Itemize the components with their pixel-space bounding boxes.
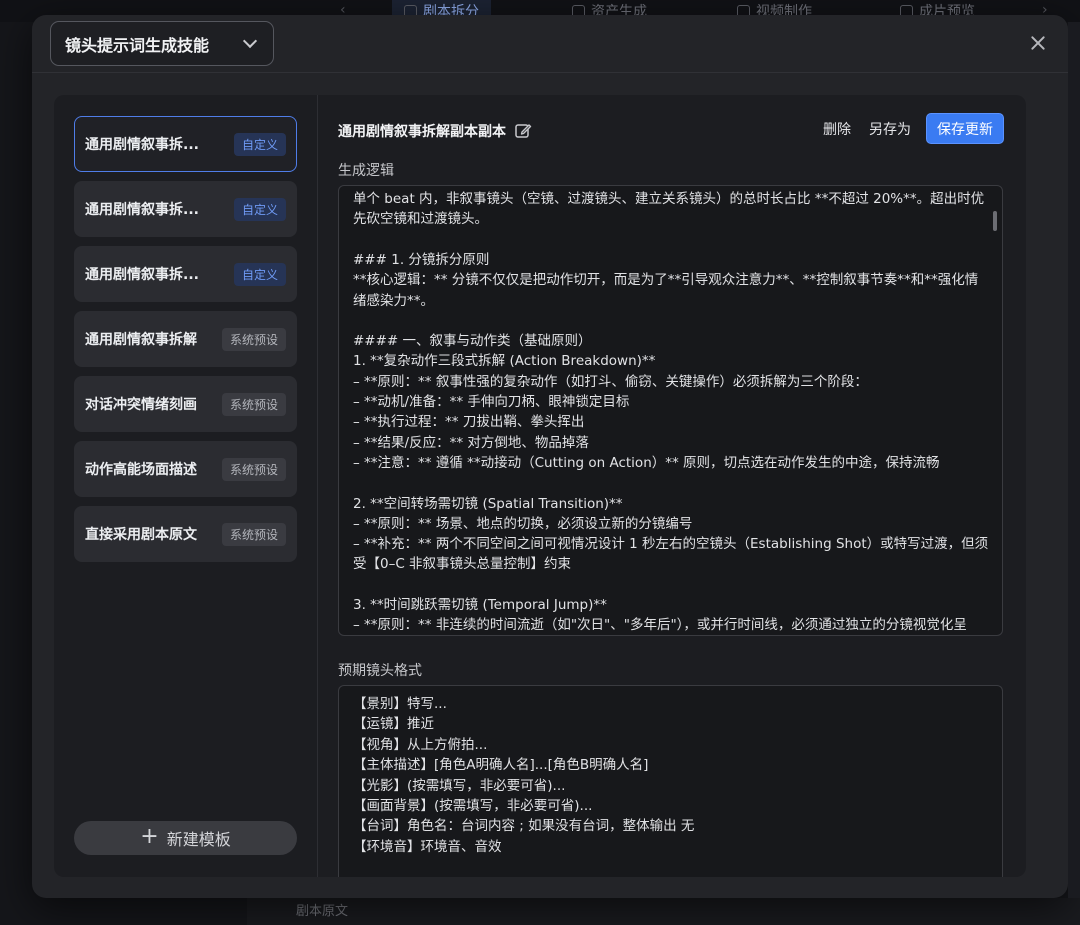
logic-textarea[interactable]: 单个 beat 内，非叙事镜头（空镜、过渡镜头、建立关系镜头）的总时长占比 **…	[338, 185, 1003, 636]
text-line: 单个 beat 内，非叙事镜头（空镜、过渡镜头、建立关系镜头）的总时长占比 **…	[353, 191, 985, 207]
template-title: 通用剧情叙事拆解副本副本	[338, 124, 506, 140]
template-item[interactable]: 对话冲突情绪刻画 系统预设	[74, 376, 297, 432]
text-line: 3. **时间跳跃需切镜 (Temporal Jump)**	[353, 597, 607, 613]
new-template-button[interactable]: + 新建模板	[74, 821, 297, 855]
template-name: 通用剧情叙事拆...	[85, 137, 199, 153]
text-line: 【光影】(按需填写，非必要可省)...	[353, 777, 566, 794]
text-line: 先砍空镜和过渡镜头。	[353, 211, 488, 228]
template-item[interactable]: 通用剧情叙事拆... 自定义	[74, 246, 297, 302]
text-line: 绪感染力**。	[353, 292, 434, 309]
template-name: 动作高能场面描述	[85, 462, 197, 478]
template-name: 通用剧情叙事拆解	[85, 332, 197, 348]
text-line: – **原则：** 非连续的时间流逝（如"次日"、"多年后"），或并行时间线，必…	[353, 617, 967, 634]
logic-section-label: 生成逻辑	[338, 163, 394, 179]
text-line: – **执行过程：** 刀拔出鞘、拳头挥出	[353, 414, 585, 431]
text-line: 【台词】角色名：台词内容 ; 如果没有台词，整体输出 无	[353, 818, 695, 835]
template-sidebar: 通用剧情叙事拆... 自定义 通用剧情叙事拆... 自定义 通用剧情叙事拆...…	[54, 95, 318, 877]
text-line: – **原则：** 场景、地点的切换，必须设立新的分镜编号	[353, 515, 693, 532]
delete-button[interactable]: 删除	[814, 119, 860, 139]
text-line: **核心逻辑：** 分镜不仅仅是把动作切开，而是为了**引导观众注意力**、**…	[353, 272, 979, 289]
save-as-button[interactable]: 另存为	[860, 119, 920, 139]
template-badge: 系统预设	[221, 392, 286, 416]
text-line: – **注意：** 遵循 **动接动（Cutting on Action）** …	[353, 454, 940, 471]
template-name: 直接采用剧本原文	[85, 527, 197, 543]
new-template-label: 新建模板	[166, 830, 231, 849]
template-item[interactable]: 直接采用剧本原文 系统预设	[74, 506, 297, 562]
modal-header: 镜头提示词生成技能	[32, 15, 1068, 73]
text-line: – **补充：** 两个不同空间之间可视情况设计 1 秒左右的空镜头（Estab…	[353, 536, 989, 553]
skill-select-dropdown[interactable]: 镜头提示词生成技能	[50, 21, 274, 66]
template-name: 对话冲突情绪刻画	[85, 397, 197, 413]
text-line: 【画面背景】(按需填写，非必要可省)...	[353, 798, 593, 814]
template-editor: 通用剧情叙事拆解副本副本 删除 另存为 保存更新 生成逻辑 单个 beat 内，…	[318, 95, 1026, 877]
background-right-edge	[1068, 22, 1080, 898]
text-line: 2. **空间转场需切镜 (Spatial Transition)**	[353, 495, 623, 512]
text-line: #### 一、叙事与动作类（基础原则）	[353, 333, 592, 350]
skill-select-label: 镜头提示词生成技能	[65, 35, 210, 55]
format-section-label: 预期镜头格式	[338, 663, 422, 679]
text-line: 1. **复杂动作三段式拆解 (Action Breakdown)**	[353, 353, 656, 370]
template-badge: 自定义	[233, 197, 286, 221]
editor-actions: 删除 另存为 保存更新	[814, 113, 1004, 144]
text-line: 【环境音】环境音、音效	[353, 838, 502, 855]
close-icon[interactable]	[1028, 33, 1048, 53]
template-name: 通用剧情叙事拆...	[85, 267, 199, 283]
template-name: 通用剧情叙事拆...	[85, 202, 199, 218]
text-line: 【运镜】推近	[353, 716, 434, 733]
background-bottom-panel	[247, 898, 1080, 925]
save-update-button[interactable]: 保存更新	[926, 113, 1004, 144]
chevron-down-icon	[242, 33, 258, 49]
text-line: 【景别】特写...	[353, 696, 447, 712]
template-badge: 系统预设	[221, 457, 286, 481]
skill-template-modal: 镜头提示词生成技能 通用剧情叙事拆... 自定义 通用剧情叙事拆... 自定义 …	[32, 15, 1068, 898]
background-bottom-label: 剧本原文	[296, 904, 349, 919]
template-item[interactable]: 通用剧情叙事拆... 自定义	[74, 116, 297, 172]
edit-icon[interactable]	[514, 122, 532, 140]
text-line: – **动机/准备：** 手伸向刀柄、眼神锁定目标	[353, 394, 630, 410]
format-textarea[interactable]: 【景别】特写... 【运镜】推近【视角】从上方俯拍... 【主体描述】[角色A明确人…	[338, 685, 1003, 877]
template-badge: 自定义	[233, 262, 286, 286]
text-line: – **原则：** 叙事性强的复杂动作（如打斗、偷窃、关键操作）必须拆解为三个阶…	[353, 373, 868, 390]
template-badge: 自定义	[233, 132, 286, 156]
text-line: – **结果/反应：** 对方倒地、物品掉落	[353, 434, 589, 451]
plus-icon: +	[140, 824, 159, 849]
template-panel: 通用剧情叙事拆... 自定义 通用剧情叙事拆... 自定义 通用剧情叙事拆...…	[54, 95, 1026, 877]
text-line: 【视角】从上方俯拍...	[353, 736, 488, 753]
text-line: 【主体描述】[角色A明确人名]...[角色B明确人名]	[353, 757, 649, 774]
template-title-row: 通用剧情叙事拆解副本副本	[338, 121, 532, 141]
template-item[interactable]: 通用剧情叙事拆... 自定义	[74, 181, 297, 237]
template-item[interactable]: 通用剧情叙事拆解 系统预设	[74, 311, 297, 367]
template-badge: 系统预设	[221, 522, 286, 546]
template-item[interactable]: 动作高能场面描述 系统预设	[74, 441, 297, 497]
text-line: ### 1. 分镜拆分原则	[353, 251, 490, 268]
text-line: 受【0–C 非叙事镜头总量控制】约束	[353, 556, 572, 573]
template-badge: 系统预设	[221, 327, 286, 351]
logic-scrollbar[interactable]	[993, 211, 997, 231]
